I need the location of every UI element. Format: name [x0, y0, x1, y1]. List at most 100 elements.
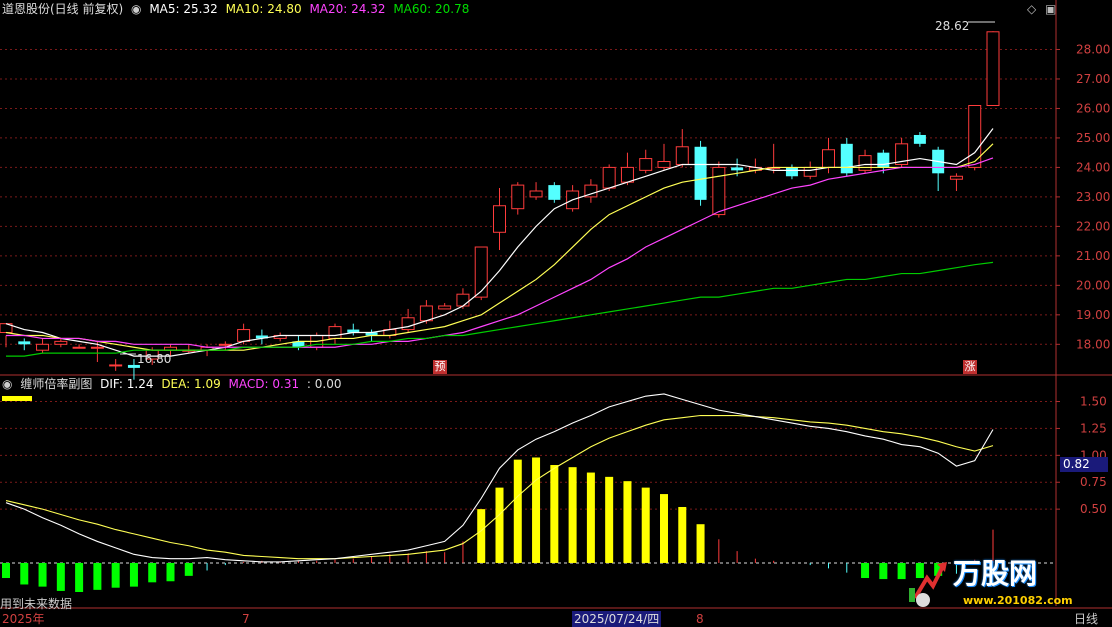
- sub-tick-label: 1.50: [1080, 395, 1107, 409]
- dea-label: DEA: 1.09: [161, 377, 221, 391]
- macd-bar: [495, 487, 504, 563]
- candle-body: [712, 166, 726, 216]
- macd-bar: [2, 562, 10, 579]
- diamond-icon[interactable]: ◇: [1027, 1, 1036, 17]
- main-tick-label: 24.00: [1076, 160, 1110, 174]
- candle-body: [419, 305, 433, 322]
- dif-label: DIF: 1.24: [100, 377, 154, 391]
- sub-tick-label: 1.25: [1080, 421, 1107, 435]
- candle-body: [438, 305, 452, 310]
- macd-bar: [513, 459, 522, 563]
- candle-body: [474, 246, 488, 298]
- candle-body: [493, 205, 506, 233]
- macd-bar: [129, 562, 138, 587]
- macd-bar: [148, 562, 157, 583]
- macd-label: MACD: 0.31: [228, 377, 300, 391]
- macd-bar: [586, 472, 595, 563]
- macd-bar: [93, 562, 102, 590]
- indicator-color-bar: [2, 396, 32, 401]
- macd-bar: [56, 562, 65, 591]
- ma5-label: MA5: 25.32: [149, 2, 218, 16]
- candle-body: [694, 146, 707, 200]
- candle-body: [840, 143, 853, 174]
- main-header: 道恩股份(日线 前复权) ◉ MA5: 25.32 MA10: 24.80 MA…: [2, 1, 473, 17]
- candle-body: [731, 167, 744, 171]
- sub-tick-label: 0.50: [1080, 502, 1107, 516]
- extra-label: : 0.00: [306, 377, 342, 391]
- candle-body: [675, 146, 689, 165]
- candle-body: [986, 31, 1000, 106]
- macd-bar: [550, 465, 559, 563]
- macd-bar: [38, 562, 47, 587]
- candle-body: [456, 293, 470, 307]
- candle-body: [657, 161, 671, 168]
- macd-bar: [861, 562, 870, 579]
- ma-line-ma20: [6, 157, 994, 348]
- macd-bar: [111, 562, 120, 588]
- macd-bar: [477, 509, 486, 563]
- main-tick-label: 23.00: [1076, 190, 1110, 204]
- stock-chart[interactable]: 18.00 19.00 20.00 21.00 22.00 23.00 24.00 25.00…: [0, 0, 1112, 624]
- watermark-brand: 万股网: [953, 557, 1038, 590]
- macd-bar: [605, 476, 614, 563]
- watermark-logo: 万股网 www.201082.com: [905, 548, 1073, 614]
- macd-bar: [641, 487, 650, 563]
- candle-body: [90, 346, 104, 349]
- macd-bar: [75, 562, 84, 593]
- macd-bar: [678, 506, 687, 563]
- candle-body: [36, 343, 50, 351]
- candle-body: [913, 134, 926, 144]
- macd-bar: [184, 562, 193, 576]
- ma20-label: MA20: 24.32: [309, 2, 386, 16]
- future-data-note: 用到未来数据: [0, 597, 73, 611]
- month-aug-label: 8: [696, 612, 704, 626]
- main-tick-label: 19.00: [1076, 308, 1110, 322]
- candle-body: [328, 326, 342, 339]
- candle-body: [858, 155, 872, 171]
- high-price-label: 28.62: [935, 19, 970, 33]
- month-jul-label: 7: [242, 612, 250, 626]
- main-tick-label: 20.00: [1076, 278, 1110, 292]
- candle-body: [877, 152, 890, 168]
- candle-body: [18, 341, 31, 345]
- ma60-label: MA60: 20.78: [393, 2, 470, 16]
- current-value-badge: 0.82: [1060, 457, 1108, 472]
- candle-body: [237, 329, 251, 342]
- low-price-label: 16.80: [137, 352, 172, 366]
- macd-bar: [879, 562, 888, 580]
- candle-body: [529, 190, 543, 198]
- window-toggle-icon[interactable]: ▣: [1045, 1, 1056, 17]
- main-tick-label: 26.00: [1076, 101, 1110, 115]
- main-tick-label: 25.00: [1076, 131, 1110, 145]
- candle-body: [785, 167, 798, 177]
- macd-bar: [696, 524, 705, 563]
- sub-toggle-icon[interactable]: ◉: [2, 377, 12, 391]
- macd-bar: [532, 457, 541, 563]
- candle-body: [822, 149, 835, 168]
- zhang-marker: 涨: [963, 360, 977, 374]
- macd-bar: [20, 562, 29, 585]
- sub-header: ◉ 缠师倍率副图 DIF: 1.24 DEA: 1.09 MACD: 0.31 …: [2, 376, 346, 392]
- candle-body: [639, 158, 653, 171]
- main-tick-label: 22.00: [1076, 219, 1110, 233]
- stock-name[interactable]: 道恩股份(日线 前复权): [2, 2, 123, 16]
- candle-body: [949, 175, 963, 180]
- watermark-url: www.201082.com: [963, 594, 1073, 607]
- candle-body: [218, 343, 232, 346]
- main-tick-label: 28.00: [1076, 42, 1110, 56]
- main-tick-label: 27.00: [1076, 72, 1110, 86]
- macd-bar: [166, 562, 175, 582]
- candle-body: [803, 166, 817, 177]
- yu-marker: 预: [433, 360, 447, 374]
- indicator-name[interactable]: 缠师倍率副图: [20, 377, 92, 391]
- year-label: 2025年: [2, 612, 45, 626]
- ma-line-ma60: [6, 261, 994, 357]
- ma-toggle-icon[interactable]: ◉: [131, 2, 141, 16]
- candle-body: [54, 340, 68, 345]
- main-tick-label: 18.00: [1076, 337, 1110, 351]
- candle-body: [511, 184, 525, 210]
- candle-body: [602, 166, 616, 189]
- macd-bar: [568, 467, 577, 563]
- macd-bar: [623, 481, 632, 563]
- cursor-date-label: 2025/07/24/四: [572, 611, 662, 627]
